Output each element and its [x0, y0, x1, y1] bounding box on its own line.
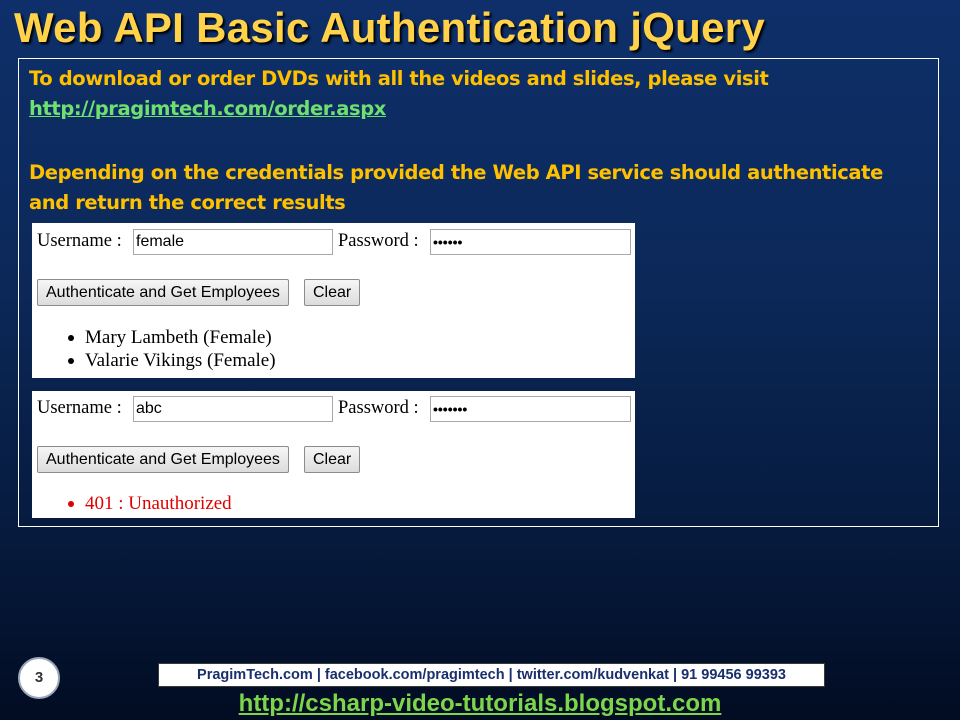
clear-button[interactable]: Clear [304, 279, 361, 306]
employee-name: Valarie Vikings (Female) [85, 350, 276, 371]
password-label: Password : [338, 231, 419, 251]
bullet-icon [68, 358, 74, 364]
password-input[interactable]: •••••• [430, 229, 631, 255]
intro-text-block: To download or order DVDs with all the v… [29, 64, 769, 124]
list-item: Valarie Vikings (Female) [65, 349, 276, 372]
content-box: To download or order DVDs with all the v… [18, 58, 939, 527]
footer-contact-bar: PragimTech.com | facebook.com/pragimtech… [158, 663, 825, 687]
demo-panel-success: Username : female Password : •••••• Auth… [32, 223, 635, 378]
slide-title: Web API Basic Authentication jQuery [14, 4, 766, 51]
description: Depending on the credentials provided th… [29, 158, 919, 218]
description-line-2: and return the correct results [29, 191, 346, 214]
error-message: 401 : Unauthorized [85, 493, 232, 514]
list-item: Mary Lambeth (Female) [65, 326, 276, 349]
description-line-1: Depending on the credentials provided th… [29, 161, 883, 184]
blog-link[interactable]: http://csharp-video-tutorials.blogspot.c… [0, 690, 960, 718]
authenticate-button[interactable]: Authenticate and Get Employees [37, 279, 289, 306]
clear-button[interactable]: Clear [304, 446, 361, 473]
username-label: Username : [37, 398, 122, 418]
bullet-icon [68, 501, 74, 507]
order-link[interactable]: http://pragimtech.com/order.aspx [29, 97, 386, 120]
username-input[interactable]: abc [133, 396, 333, 422]
username-input[interactable]: female [133, 229, 333, 255]
employee-name: Mary Lambeth (Female) [85, 327, 272, 348]
username-label: Username : [37, 231, 122, 251]
bullet-icon [68, 335, 74, 341]
employee-list: Mary Lambeth (Female) Valarie Vikings (F… [65, 326, 276, 372]
intro-text: To download or order DVDs with all the v… [29, 67, 769, 90]
password-input[interactable]: ••••••• [430, 396, 631, 422]
demo-panel-error: Username : abc Password : ••••••• Authen… [32, 391, 635, 518]
error-list: 401 : Unauthorized [65, 492, 232, 515]
list-item: 401 : Unauthorized [65, 492, 232, 515]
authenticate-button[interactable]: Authenticate and Get Employees [37, 446, 289, 473]
password-label: Password : [338, 398, 419, 418]
